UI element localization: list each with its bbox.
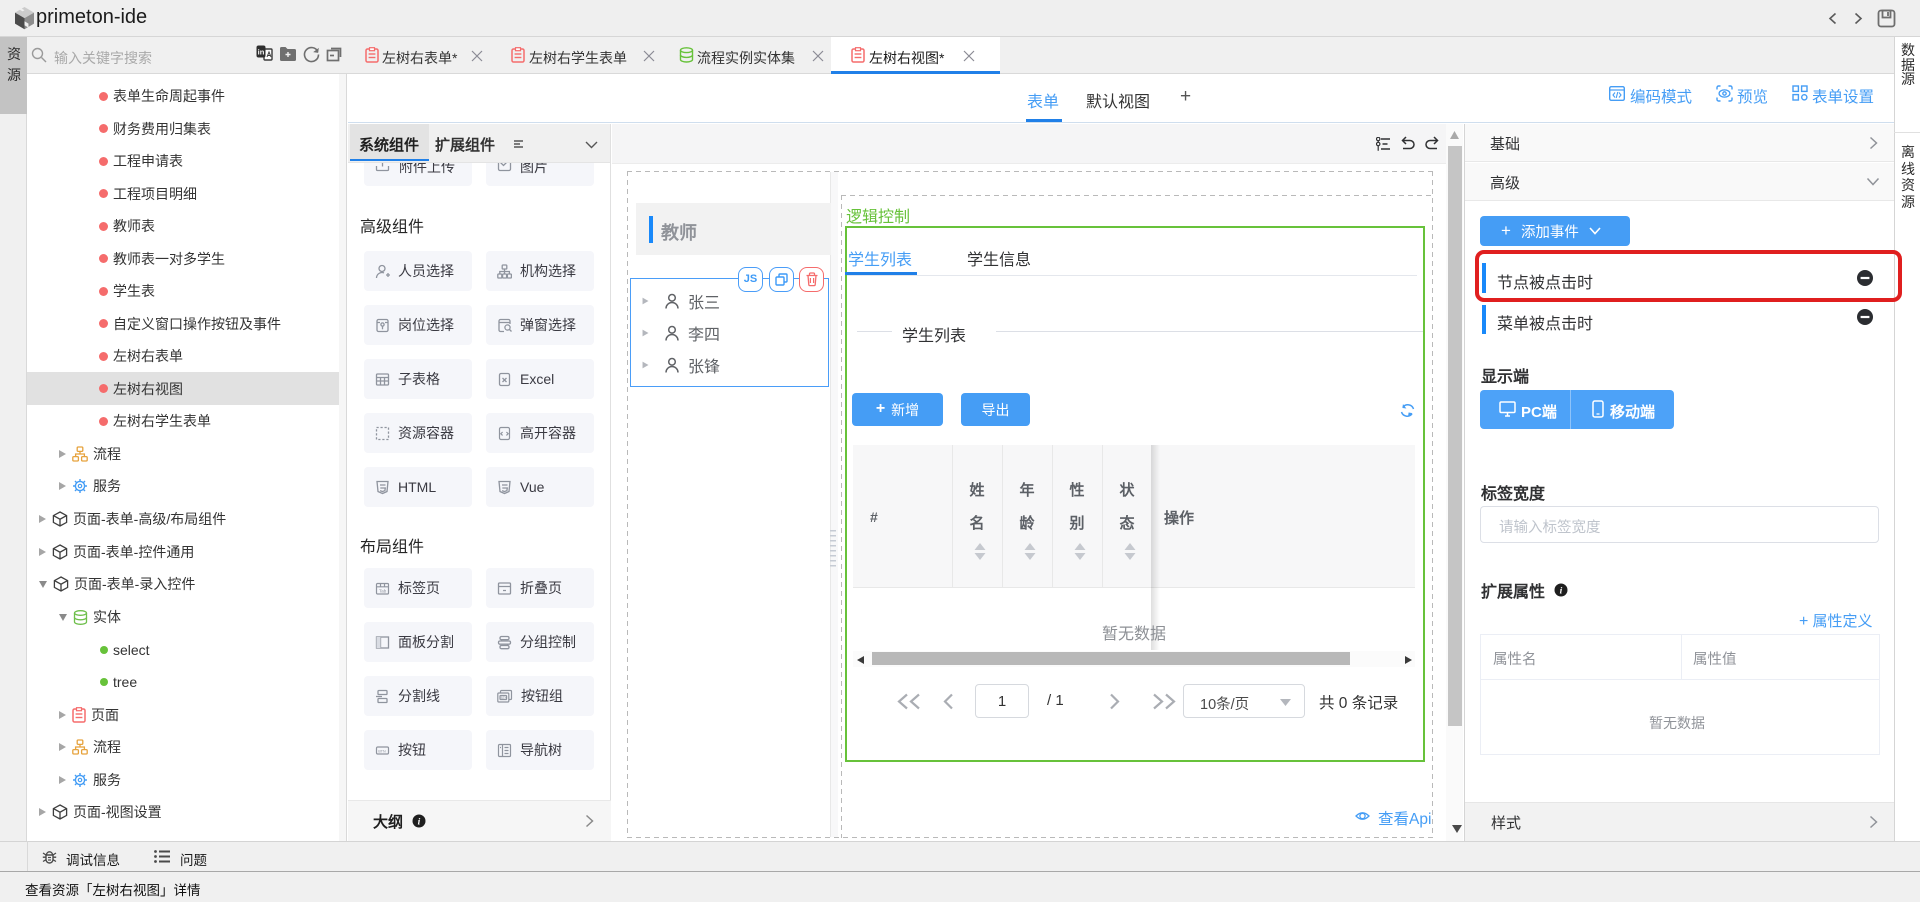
svg-text:in: in [258,48,265,57]
svg-text:i: i [1560,586,1563,596]
svg-text:i: i [418,817,421,827]
